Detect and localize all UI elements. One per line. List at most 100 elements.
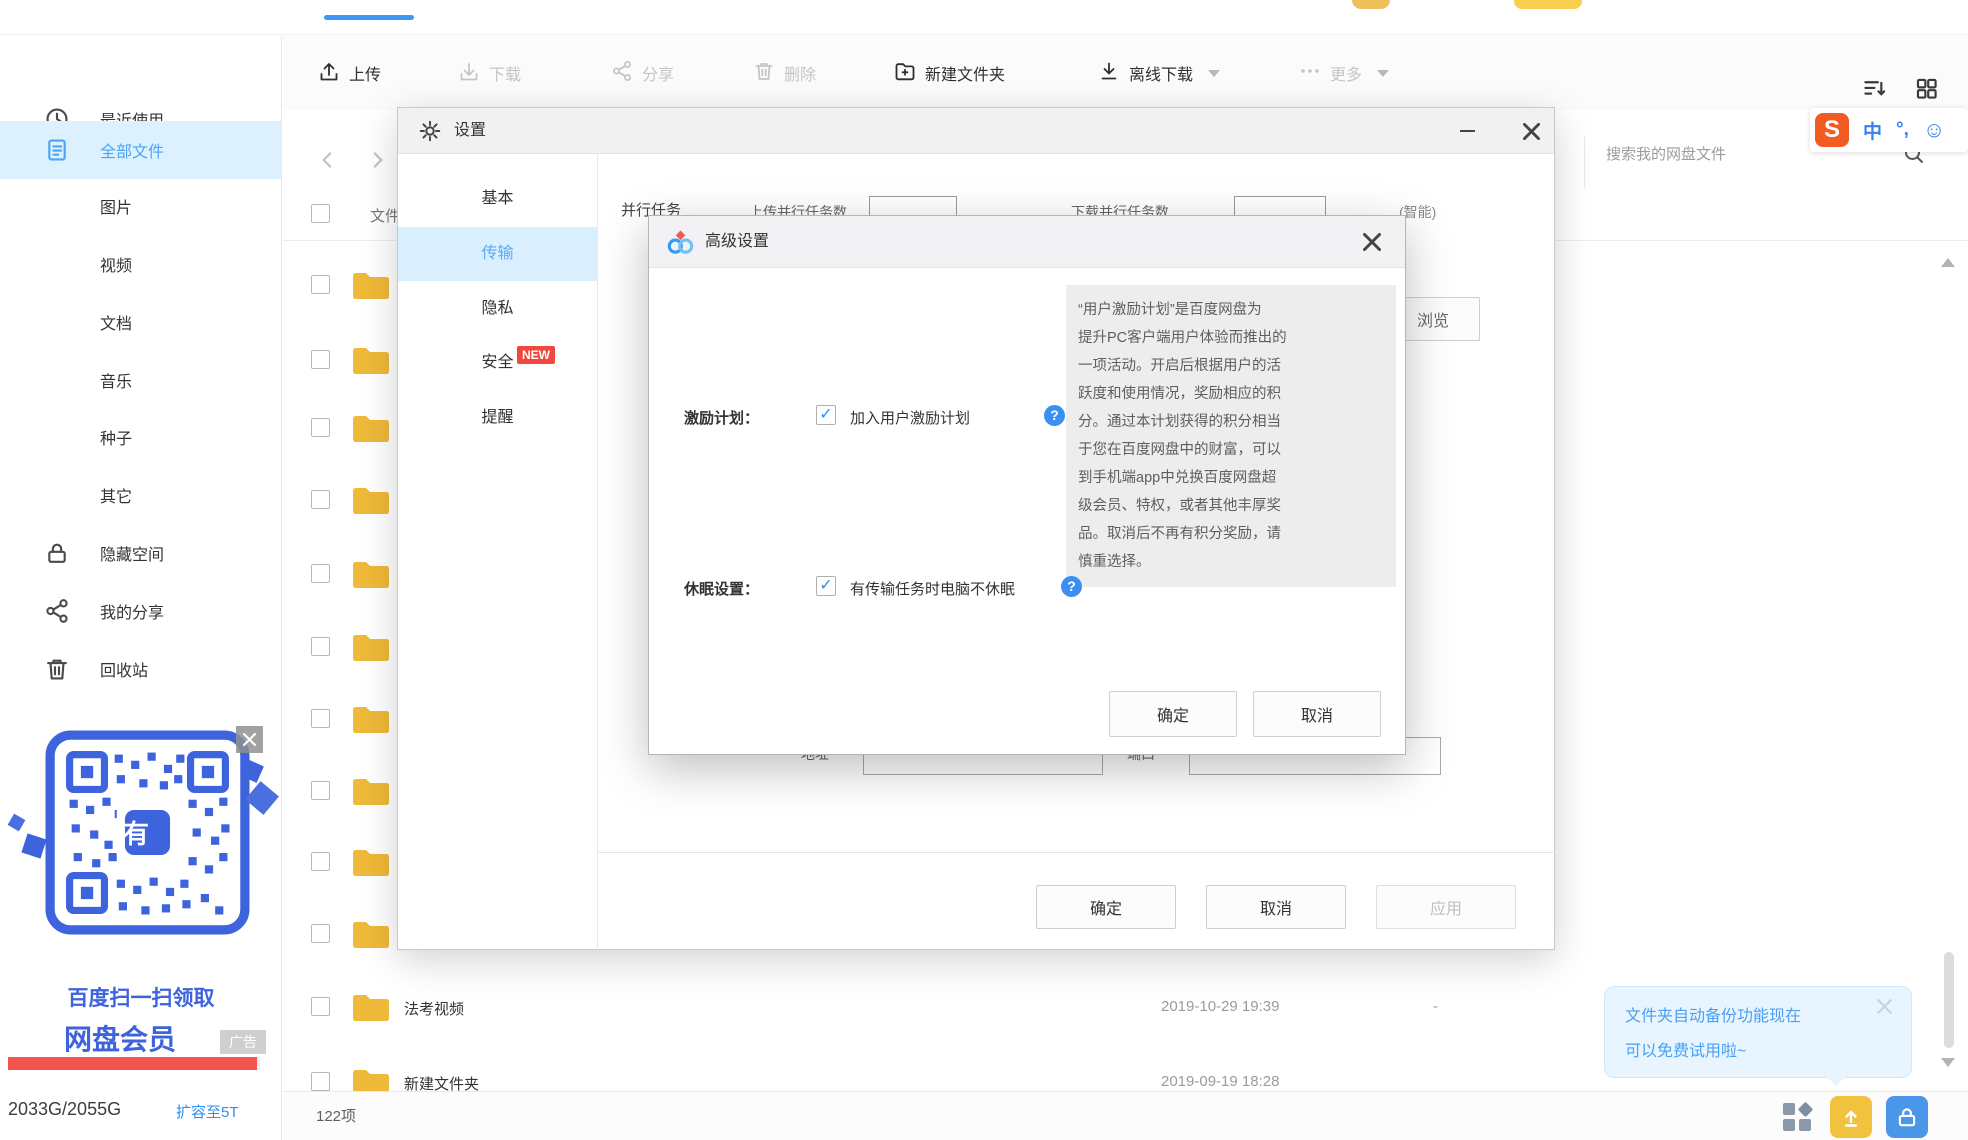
minimize-icon[interactable] bbox=[1452, 116, 1482, 146]
help-icon[interactable]: ? bbox=[1044, 405, 1065, 426]
close-icon[interactable] bbox=[1877, 999, 1892, 1019]
row-checkbox[interactable] bbox=[311, 997, 330, 1016]
row-checkbox[interactable] bbox=[311, 564, 330, 583]
new-badge: NEW bbox=[517, 346, 555, 364]
settings-apply-button[interactable]: 应用 bbox=[1376, 885, 1516, 929]
file-date: 2019-09-19 18:28 bbox=[1161, 1073, 1280, 1090]
file-date: 2019-10-29 19:39 bbox=[1161, 998, 1280, 1015]
close-icon[interactable] bbox=[1516, 116, 1546, 146]
tooltip-line: 分。通过本计划获得的积分相当 bbox=[1078, 414, 1281, 430]
tooltip-line: 慎重选择。 bbox=[1078, 554, 1151, 570]
scroll-up-arrow[interactable] bbox=[1941, 258, 1955, 267]
scrollbar-thumb[interactable] bbox=[1944, 952, 1954, 1048]
download-icon bbox=[458, 60, 480, 87]
delete-button[interactable]: 删除 bbox=[753, 36, 816, 110]
sidebar-item-label: 文档 bbox=[100, 316, 133, 333]
row-checkbox[interactable] bbox=[311, 350, 330, 369]
member-button-fragment[interactable] bbox=[1514, 0, 1582, 9]
sidebar-item-pictures[interactable]: 图片 bbox=[0, 179, 282, 233]
settings-ok-button[interactable]: 确定 bbox=[1036, 885, 1176, 929]
sidebar-item-hidden-space[interactable]: 隐藏空间 bbox=[0, 526, 282, 580]
tab-basic[interactable]: 基本 bbox=[398, 172, 597, 226]
row-checkbox[interactable] bbox=[311, 781, 330, 800]
upload-icon bbox=[318, 60, 340, 87]
close-icon[interactable] bbox=[236, 726, 263, 753]
tab-transfer[interactable]: 传输 bbox=[398, 227, 597, 281]
hidden-space-lock-icon[interactable] bbox=[1886, 1096, 1928, 1138]
row-checkbox[interactable] bbox=[311, 490, 330, 509]
storage-upgrade-link[interactable]: 扩容至5T bbox=[176, 1101, 239, 1122]
tab-privacy[interactable]: 隐私 bbox=[398, 282, 597, 336]
advanced-cancel-button[interactable]: 取消 bbox=[1253, 691, 1381, 737]
grid-view-icon bbox=[1916, 78, 1937, 99]
ime-punctuation-toggle[interactable]: °, bbox=[1896, 119, 1909, 141]
sidebar-item-label: 视频 bbox=[100, 258, 133, 275]
sidebar-item-music[interactable]: 音乐 bbox=[0, 353, 282, 407]
scroll-down-arrow[interactable] bbox=[1941, 1058, 1955, 1067]
sidebar-item-recycle-bin[interactable]: 回收站 bbox=[0, 642, 282, 696]
window-top-strip bbox=[0, 0, 1968, 35]
sidebar-item-my-shares[interactable]: 我的分享 bbox=[0, 584, 282, 638]
avatar[interactable] bbox=[1352, 0, 1390, 9]
sidebar-item-label: 隐藏空间 bbox=[100, 547, 165, 564]
share-label: 分享 bbox=[642, 67, 675, 84]
tab-security[interactable]: 安全 NEW bbox=[398, 336, 597, 390]
nav-forward-button[interactable] bbox=[365, 148, 389, 177]
help-icon[interactable]: ? bbox=[1061, 576, 1082, 597]
auto-backup-icon[interactable] bbox=[1830, 1096, 1872, 1138]
share-button[interactable]: 分享 bbox=[611, 36, 674, 110]
advanced-settings-dialog: 高级设置 激励计划： ✓ 加入用户激励计划 ? “用户激励计划”是百度网盘为 提… bbox=[648, 215, 1406, 755]
sidebar-item-others[interactable]: 其它 bbox=[0, 468, 282, 522]
nav-back-button[interactable] bbox=[316, 148, 340, 177]
cube-decoration bbox=[21, 833, 47, 859]
new-folder-icon bbox=[894, 60, 916, 87]
row-checkbox[interactable] bbox=[311, 418, 330, 437]
row-checkbox[interactable] bbox=[311, 924, 330, 943]
ime-language-toggle[interactable]: 中 bbox=[1863, 117, 1882, 144]
sleep-checkbox-label: 有传输任务时电脑不休眠 bbox=[850, 581, 1016, 598]
column-header-file[interactable]: 文件 bbox=[370, 205, 400, 226]
row-checkbox[interactable] bbox=[311, 637, 330, 656]
upload-button[interactable]: 上传 bbox=[318, 36, 381, 110]
cancel-label: 取消 bbox=[1300, 708, 1333, 725]
sidebar-item-torrents[interactable]: 种子 bbox=[0, 410, 282, 464]
incentive-plan-label: 激励计划： bbox=[684, 410, 760, 427]
offline-download-button[interactable]: 离线下载 bbox=[1098, 36, 1221, 110]
chevron-right-icon bbox=[373, 152, 383, 168]
chevron-down-icon[interactable] bbox=[1377, 69, 1390, 77]
row-checkbox[interactable] bbox=[311, 709, 330, 728]
browse-label: 浏览 bbox=[1416, 313, 1449, 330]
lock-icon bbox=[44, 540, 70, 566]
grid-view-button[interactable] bbox=[1914, 76, 1939, 106]
settings-cancel-button[interactable]: 取消 bbox=[1206, 885, 1346, 929]
chevron-down-icon[interactable] bbox=[1208, 69, 1221, 77]
sogou-logo-icon[interactable]: S bbox=[1815, 113, 1849, 147]
more-button[interactable]: 更多 bbox=[1299, 36, 1390, 110]
sort-button[interactable] bbox=[1862, 76, 1887, 106]
advanced-dialog-titlebar[interactable]: 高级设置 bbox=[649, 216, 1405, 268]
new-folder-button[interactable]: 新建文件夹 bbox=[894, 36, 1005, 110]
advanced-ok-button[interactable]: 确定 bbox=[1109, 691, 1237, 737]
row-checkbox[interactable] bbox=[311, 852, 330, 871]
select-all-checkbox[interactable] bbox=[311, 204, 330, 223]
divider bbox=[1584, 136, 1585, 188]
apps-grid-icon[interactable] bbox=[1778, 1098, 1816, 1136]
settings-dialog-titlebar[interactable]: 设置 bbox=[398, 108, 1554, 154]
upload-label: 上传 bbox=[349, 67, 382, 84]
storage-usage-text: 2033G/2055G bbox=[8, 1099, 122, 1119]
sidebar-item-all-files[interactable]: 全部文件 bbox=[0, 121, 282, 179]
incentive-tooltip: “用户激励计划”是百度网盘为 提升PC客户端用户体验而推出的 一项活动。开启后根… bbox=[1066, 285, 1396, 587]
sidebar-item-videos[interactable]: 视频 bbox=[0, 237, 282, 291]
row-checkbox[interactable] bbox=[311, 1072, 330, 1091]
tab-reminder[interactable]: 提醒 bbox=[398, 391, 597, 445]
check-icon: ✓ bbox=[819, 406, 833, 423]
row-checkbox[interactable] bbox=[311, 275, 330, 294]
folder-icon bbox=[352, 559, 390, 594]
ime-emoji-icon[interactable]: ☺ bbox=[1923, 117, 1945, 143]
item-count: 122项 bbox=[316, 1108, 357, 1125]
incentive-checkbox[interactable]: ✓ bbox=[816, 405, 836, 425]
sidebar-item-documents[interactable]: 文档 bbox=[0, 295, 282, 349]
download-button[interactable]: 下载 bbox=[458, 36, 521, 110]
close-icon[interactable] bbox=[1357, 227, 1387, 257]
sleep-checkbox[interactable]: ✓ bbox=[816, 576, 836, 596]
